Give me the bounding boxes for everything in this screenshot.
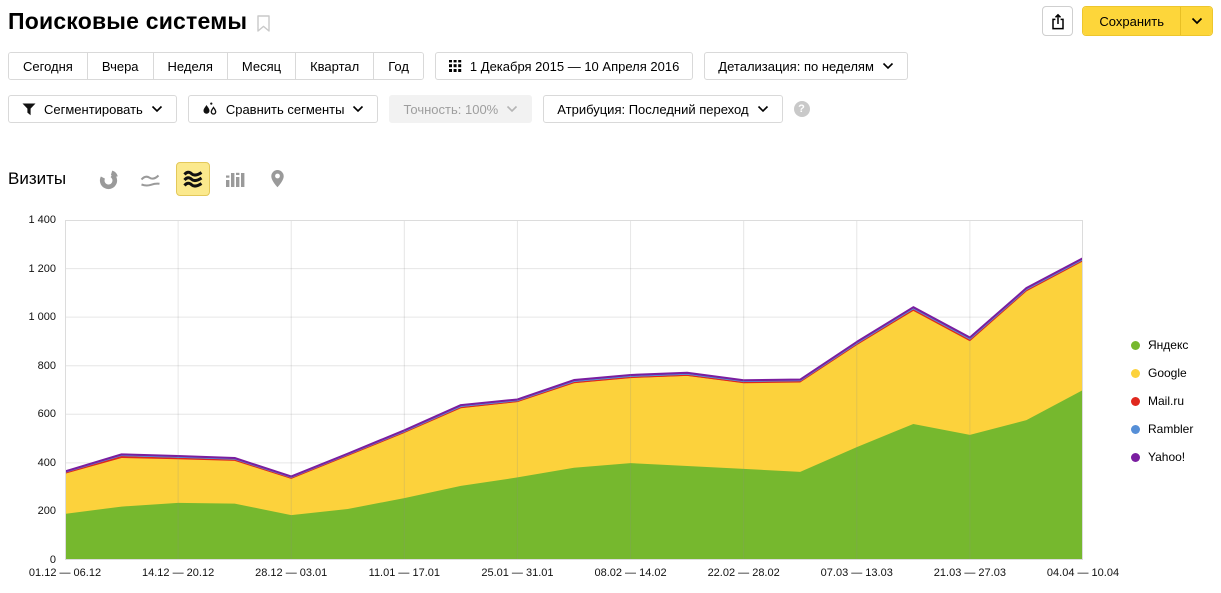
legend-item[interactable]: Яндекс bbox=[1131, 338, 1219, 352]
bookmark-icon[interactable] bbox=[257, 14, 270, 32]
line-chart-icon bbox=[140, 174, 160, 186]
drops-icon bbox=[203, 102, 217, 115]
legend-dot bbox=[1131, 340, 1140, 350]
legend-dot bbox=[1131, 452, 1140, 462]
chart-type-columns-button[interactable] bbox=[218, 162, 252, 196]
y-axis-tick: 400 bbox=[37, 456, 56, 469]
calendar-grid-icon bbox=[448, 59, 462, 72]
segment-button[interactable]: Сегментировать bbox=[8, 95, 177, 123]
chevron-down-icon bbox=[151, 105, 162, 113]
date-range-button[interactable]: 1 Декабря 2015 — 10 Апреля 2016 bbox=[434, 52, 694, 80]
y-axis-tick: 1 200 bbox=[28, 262, 56, 275]
share-icon bbox=[1052, 13, 1064, 29]
legend-dot bbox=[1131, 424, 1140, 434]
tab-today[interactable]: Сегодня bbox=[9, 53, 88, 79]
legend-dot bbox=[1131, 396, 1140, 406]
map-pin-icon bbox=[270, 170, 284, 188]
accuracy-label: Точность: 100% bbox=[403, 101, 499, 117]
legend-label: Mail.ru bbox=[1148, 394, 1185, 408]
columns-icon bbox=[226, 172, 245, 187]
legend-label: Rambler bbox=[1148, 422, 1194, 436]
save-dropdown-button[interactable] bbox=[1180, 7, 1212, 35]
metrika-report-page: Поисковые системы Сохранить Сегодня Вчер… bbox=[0, 0, 1221, 593]
x-axis-tick: 21.03 — 27.03 bbox=[933, 567, 1006, 579]
y-axis-tick: 200 bbox=[37, 505, 56, 518]
date-range-label: 1 Декабря 2015 — 10 Апреля 2016 bbox=[469, 58, 680, 74]
detalization-label: Детализация: по неделям bbox=[718, 58, 874, 74]
toolbar-segments: Сегментировать Сравнить сегменты Точност… bbox=[8, 95, 810, 123]
tab-week[interactable]: Неделя bbox=[153, 53, 228, 79]
segment-label: Сегментировать bbox=[44, 101, 143, 117]
legend-label: Яндекс bbox=[1148, 338, 1189, 352]
pie-icon bbox=[99, 170, 118, 189]
y-axis-tick: 0 bbox=[49, 554, 56, 566]
tab-month[interactable]: Месяц bbox=[227, 53, 297, 79]
y-axis-tick: 600 bbox=[37, 408, 56, 421]
attribution-dropdown[interactable]: Атрибуция: Последний переход bbox=[543, 95, 783, 123]
x-axis-tick: 07.03 — 13.03 bbox=[820, 567, 893, 579]
save-button[interactable]: Сохранить bbox=[1083, 7, 1180, 35]
legend-item[interactable]: Yahoo! bbox=[1131, 450, 1219, 464]
header: Поисковые системы Сохранить bbox=[8, 6, 1213, 36]
chevron-down-icon bbox=[757, 105, 768, 113]
attribution-label: Атрибуция: Последний переход bbox=[557, 101, 749, 117]
legend-item[interactable]: Google bbox=[1131, 366, 1219, 380]
chart-type-pie-button[interactable] bbox=[92, 162, 126, 196]
compare-segments-label: Сравнить сегменты bbox=[225, 101, 345, 117]
period-tabs: Сегодня Вчера Неделя Месяц Квартал Год bbox=[8, 52, 424, 80]
tab-quarter[interactable]: Квартал bbox=[296, 53, 375, 79]
metric-label: Визиты bbox=[8, 169, 67, 188]
tab-yesterday[interactable]: Вчера bbox=[87, 53, 154, 79]
chart-type-line-button[interactable] bbox=[134, 162, 168, 196]
help-icon[interactable]: ? bbox=[793, 101, 810, 117]
x-axis-tick: 25.01 — 31.01 bbox=[481, 567, 554, 579]
visits-stacked-area-chart[interactable] bbox=[64, 219, 1084, 561]
toolbar-period: Сегодня Вчера Неделя Месяц Квартал Год 1… bbox=[8, 52, 908, 80]
x-axis-tick: 22.02 — 28.02 bbox=[707, 567, 780, 579]
save-split-button: Сохранить bbox=[1082, 6, 1213, 36]
legend-item[interactable]: Rambler bbox=[1131, 422, 1219, 436]
x-axis-tick: 01.12 — 06.12 bbox=[28, 567, 102, 579]
metric-row: Визиты bbox=[8, 162, 302, 196]
legend-label: Google bbox=[1148, 366, 1187, 380]
page-title: Поисковые системы bbox=[8, 7, 248, 34]
funnel-icon bbox=[22, 103, 36, 115]
legend-dot bbox=[1131, 368, 1140, 378]
chart-type-map-button[interactable] bbox=[260, 162, 294, 196]
x-axis-tick: 04.04 — 10.04 bbox=[1046, 567, 1120, 579]
detalization-dropdown[interactable]: Детализация: по неделям bbox=[704, 52, 908, 80]
chevron-down-icon bbox=[882, 62, 893, 70]
chevron-down-icon bbox=[507, 105, 518, 113]
export-button[interactable] bbox=[1042, 6, 1074, 36]
tab-year[interactable]: Год bbox=[374, 53, 423, 79]
x-axis-tick: 14.12 — 20.12 bbox=[142, 567, 215, 579]
chart-type-stacked-area-button[interactable] bbox=[176, 162, 211, 196]
stacked-area-icon bbox=[183, 170, 203, 188]
header-actions: Сохранить bbox=[1042, 6, 1213, 36]
y-axis-tick: 1 000 bbox=[28, 311, 56, 324]
legend-item[interactable]: Mail.ru bbox=[1131, 394, 1219, 408]
chevron-down-icon bbox=[353, 105, 364, 113]
y-axis-tick: 800 bbox=[37, 359, 56, 372]
chart-legend: Яндекс Google Mail.ru Rambler Yahoo! bbox=[1131, 338, 1219, 478]
chevron-down-icon bbox=[1191, 17, 1202, 25]
x-axis-tick: 11.01 — 17.01 bbox=[368, 567, 440, 579]
y-axis-tick: 1 400 bbox=[28, 214, 56, 226]
compare-segments-button[interactable]: Сравнить сегменты bbox=[187, 95, 379, 123]
legend-label: Yahoo! bbox=[1148, 450, 1186, 464]
x-axis-tick: 08.02 — 14.02 bbox=[594, 567, 667, 579]
accuracy-dropdown[interactable]: Точность: 100% bbox=[389, 95, 533, 123]
x-axis-tick: 28.12 — 03.01 bbox=[255, 567, 328, 579]
